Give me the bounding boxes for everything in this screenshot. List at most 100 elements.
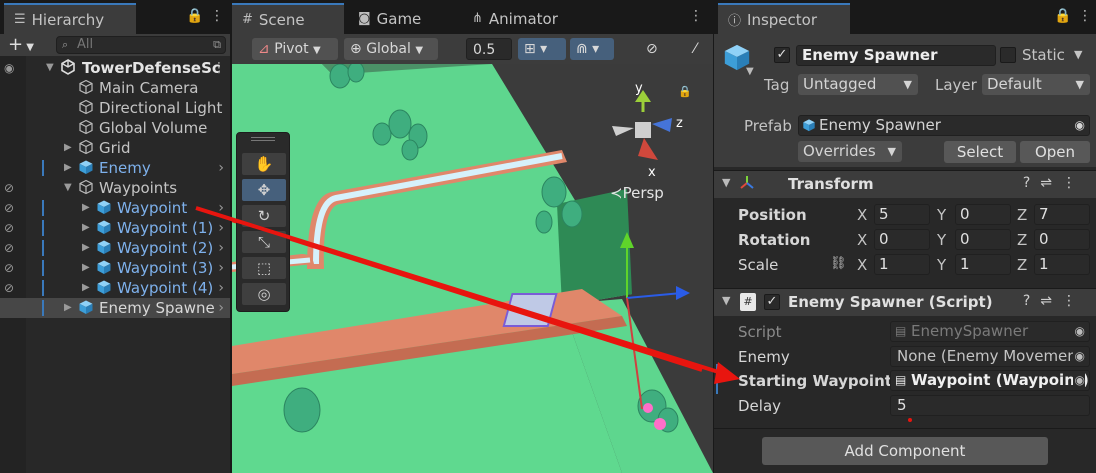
chevron-right-icon[interactable]: › <box>218 298 224 318</box>
collapse-arrow-icon[interactable]: ▼ <box>722 176 730 189</box>
expand-arrow-icon[interactable]: ▶ <box>82 278 90 298</box>
object-picker-icon[interactable]: ◉ <box>1072 347 1085 366</box>
position-y-input[interactable]: 0 <box>955 204 1011 225</box>
visibility-toggle[interactable]: ⊘ <box>640 38 680 60</box>
filter-icon[interactable]: ⧉ <box>213 37 221 53</box>
perspective-label[interactable]: ≺Persp <box>610 184 664 202</box>
component-tools[interactable]: ?⇌⋮ <box>1023 175 1086 191</box>
delay-input[interactable]: 5 <box>890 395 1090 416</box>
chevron-right-icon[interactable]: › <box>218 258 224 278</box>
rotate-tool[interactable]: ↻ <box>242 205 286 227</box>
position-x-input[interactable]: 5 <box>874 204 930 225</box>
scene-viewport[interactable]: y z x 🔒 ≺Persp ✋ ✥ ↻ ⤡ ⬚ ◎ <box>232 64 713 473</box>
chevron-right-icon[interactable]: › <box>218 238 224 258</box>
scale-z-input[interactable]: 1 <box>1034 254 1090 275</box>
static-checkbox[interactable] <box>1000 47 1016 63</box>
expand-arrow-icon[interactable]: ▼ <box>46 58 54 78</box>
expand-arrow-icon[interactable]: ▶ <box>82 258 90 278</box>
eye-slash-icon[interactable]: ⊘ <box>4 198 14 218</box>
grid-snap-button[interactable]: ⊞ ▾ <box>518 38 566 60</box>
tab-hierarchy[interactable]: ☰ Hierarchy <box>4 3 136 34</box>
object-picker-icon[interactable]: ◉ <box>1072 371 1085 390</box>
expand-arrow-icon[interactable]: ▶ <box>64 138 72 158</box>
link-icon[interactable]: ⛓ <box>830 256 847 271</box>
prefab-field[interactable]: Enemy Spawner ◉ <box>798 115 1090 136</box>
hierarchy-item-main-camera[interactable]: Main Camera <box>0 78 230 98</box>
more-icon[interactable]: ⋮ <box>212 58 226 78</box>
hierarchy-item-waypoint-4[interactable]: ⊘ ▶ Waypoint (4) › <box>0 278 230 298</box>
eye-slash-icon[interactable]: ⊘ <box>4 238 14 258</box>
scale-tool[interactable]: ⤡ <box>242 231 286 253</box>
object-picker-icon[interactable]: ◉ <box>1075 116 1085 135</box>
global-dropdown[interactable]: ⊕ Global ▼ <box>344 38 438 60</box>
increment-snap-button[interactable]: ⋒ ▾ <box>570 38 614 60</box>
expand-arrow-icon[interactable]: ▶ <box>64 298 72 318</box>
active-checkbox[interactable]: ✓ <box>774 47 790 63</box>
search-input[interactable]: ⌕ All ⧉ <box>56 36 226 54</box>
transform-tool[interactable]: ◎ <box>242 283 286 305</box>
tab-inspector[interactable]: ⓘ Inspector <box>718 3 850 34</box>
hierarchy-item-grid[interactable]: ▶ Grid <box>0 138 230 158</box>
snap-value-input[interactable]: 0.5 <box>466 38 512 60</box>
collapse-arrow-icon[interactable]: ▼ <box>722 294 730 307</box>
object-name-input[interactable]: Enemy Spawner <box>796 45 996 66</box>
scale-y-input[interactable]: 1 <box>955 254 1011 275</box>
scale-x-input[interactable]: 1 <box>874 254 930 275</box>
more-icon[interactable]: ⋮ <box>1078 8 1092 24</box>
add-component-button[interactable]: Add Component <box>762 437 1048 465</box>
hierarchy-item-enemy-spawner[interactable]: ▶ Enemy Spawne › <box>0 298 230 318</box>
pivot-dropdown[interactable]: ⊿ Pivot ▼ <box>252 38 338 60</box>
rect-tool[interactable]: ⬚ <box>242 257 286 279</box>
component-tools[interactable]: ?⇌⋮ <box>1023 293 1086 309</box>
starting-waypoint-field[interactable]: ▤ Waypoint (Waypoint) ◉ <box>890 370 1090 391</box>
lock-icon[interactable]: 🔒 <box>186 8 203 24</box>
chevron-right-icon[interactable]: › <box>218 218 224 238</box>
script-enabled-checkbox[interactable]: ✓ <box>764 294 780 310</box>
select-button[interactable]: Select <box>944 141 1016 163</box>
eye-slash-icon[interactable]: ⊘ <box>4 278 14 298</box>
eye-icon[interactable]: ◉ <box>4 58 14 78</box>
eye-slash-icon[interactable]: ⊘ <box>4 218 14 238</box>
expand-arrow-icon[interactable]: ▼ <box>64 178 72 198</box>
hierarchy-item-global-volume[interactable]: Global Volume <box>0 118 230 138</box>
palette-grip[interactable] <box>251 137 275 141</box>
more-icon[interactable]: ⋮ <box>210 8 224 24</box>
script-component-header[interactable]: ▼ # ✓ Enemy Spawner (Script) ?⇌⋮ <box>714 288 1096 316</box>
expand-arrow-icon[interactable]: ▶ <box>82 218 90 238</box>
open-button[interactable]: Open <box>1020 141 1090 163</box>
hierarchy-item-waypoint-2[interactable]: ⊘ ▶ Waypoint (2) › <box>0 238 230 258</box>
tools-toggle[interactable]: ⁄ <box>688 38 713 60</box>
lock-icon[interactable]: 🔒 <box>1054 8 1071 24</box>
move-tool[interactable]: ✥ <box>242 179 286 201</box>
chevron-down-icon[interactable]: ▼ <box>1074 48 1082 61</box>
rotation-z-input[interactable]: 0 <box>1034 229 1090 250</box>
expand-arrow-icon[interactable]: ▶ <box>82 238 90 258</box>
rotation-x-input[interactable]: 0 <box>874 229 930 250</box>
hierarchy-scene-root[interactable]: ◉ ▼ TowerDefenseSc ⋮ <box>0 58 230 78</box>
gizmo-lock-icon[interactable]: 🔒 <box>678 85 692 98</box>
hierarchy-item-waypoint-1[interactable]: ⊘ ▶ Waypoint (1) › <box>0 218 230 238</box>
hierarchy-item-waypoint[interactable]: ⊘ ▶ Waypoint › <box>0 198 230 218</box>
transform-header[interactable]: ▼ Transform ?⇌⋮ <box>714 170 1096 198</box>
more-icon[interactable]: ⋮ <box>689 8 703 24</box>
overrides-dropdown[interactable]: Overrides ▼ <box>798 141 902 162</box>
chevron-down-icon[interactable]: ▼ <box>746 66 754 77</box>
hierarchy-item-enemy[interactable]: ▶ Enemy › <box>0 158 230 178</box>
expand-arrow-icon[interactable]: ▶ <box>82 198 90 218</box>
tag-dropdown[interactable]: Untagged ▼ <box>798 74 918 95</box>
chevron-right-icon[interactable]: › <box>218 278 224 298</box>
eye-slash-icon[interactable]: ⊘ <box>4 178 14 198</box>
eye-slash-icon[interactable]: ⊘ <box>4 258 14 278</box>
enemy-field[interactable]: None (Enemy Movemen ◉ <box>890 346 1090 367</box>
layer-dropdown[interactable]: Default ▼ <box>982 74 1090 95</box>
hierarchy-item-waypoint-3[interactable]: ⊘ ▶ Waypoint (3) › <box>0 258 230 278</box>
tab-game[interactable]: ◙ Game <box>348 3 431 34</box>
tab-scene[interactable]: # Scene <box>232 3 344 34</box>
hand-tool[interactable]: ✋ <box>242 153 286 175</box>
chevron-right-icon[interactable]: › <box>218 158 224 178</box>
hierarchy-item-waypoints[interactable]: ⊘ ▼ Waypoints <box>0 178 230 198</box>
chevron-right-icon[interactable]: › <box>218 198 224 218</box>
expand-arrow-icon[interactable]: ▶ <box>64 158 72 178</box>
position-z-input[interactable]: 7 <box>1034 204 1090 225</box>
tab-animator[interactable]: ⋔ Animator <box>462 3 568 34</box>
